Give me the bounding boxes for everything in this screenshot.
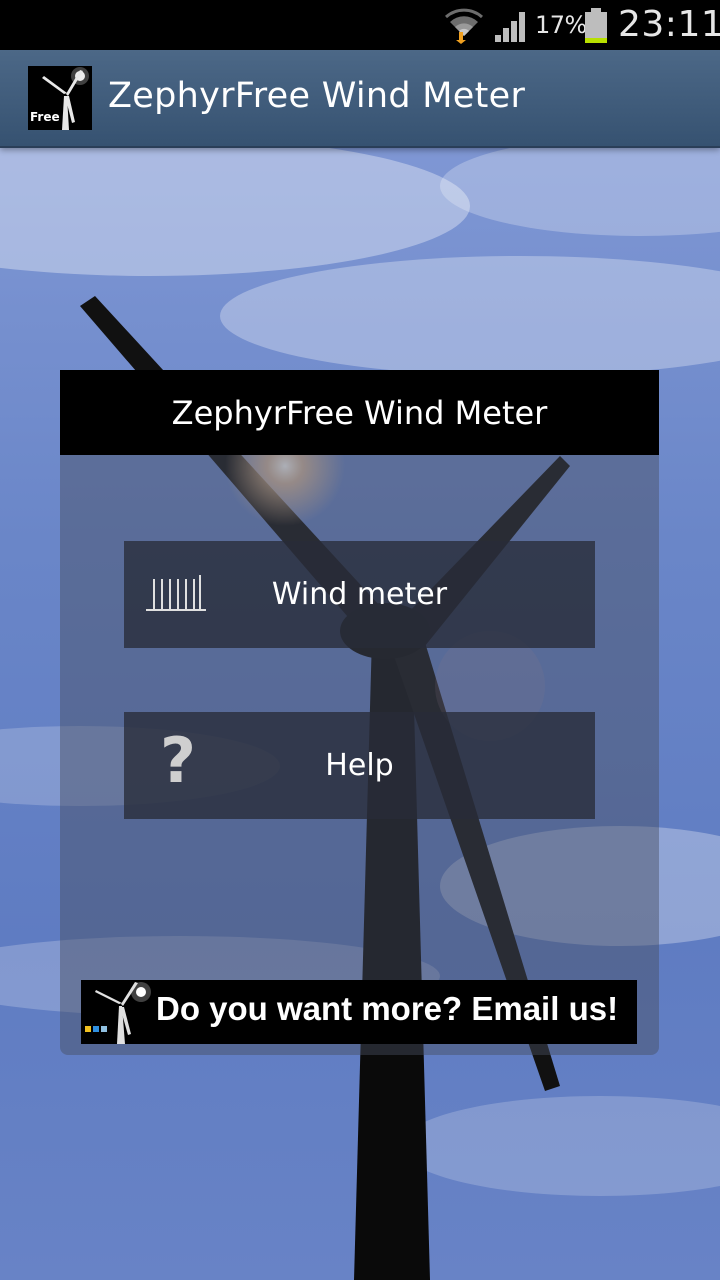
clock: 23:11 bbox=[618, 4, 720, 45]
dialog-title: ZephyrFree Wind Meter bbox=[60, 370, 659, 455]
app-title: ZephyrFree Wind Meter bbox=[108, 76, 526, 116]
banner-text: Do you want more? Email us! bbox=[156, 990, 619, 1027]
status-bar: 17% 23:11 bbox=[0, 0, 720, 50]
help-label: Help bbox=[325, 748, 394, 783]
email-us-banner[interactable]: Do you want more? Email us! bbox=[81, 980, 637, 1044]
help-button[interactable]: ? Help bbox=[124, 712, 595, 819]
app-icon-label: Free bbox=[30, 110, 60, 124]
signal-icon bbox=[494, 9, 530, 47]
banner-turbine-icon bbox=[85, 982, 151, 1044]
wind-meter-label: Wind meter bbox=[271, 577, 448, 612]
app-icon: Free bbox=[28, 66, 92, 130]
action-bar: Free ZephyrFree Wind Meter bbox=[0, 50, 720, 148]
battery-percent: 17% bbox=[535, 11, 587, 39]
main-menu-dialog: ZephyrFree Wind Meter Wind meter ? Help bbox=[60, 370, 659, 1055]
battery-icon bbox=[584, 8, 608, 48]
wind-meter-button[interactable]: Wind meter bbox=[124, 541, 595, 648]
wifi-icon bbox=[444, 6, 484, 48]
